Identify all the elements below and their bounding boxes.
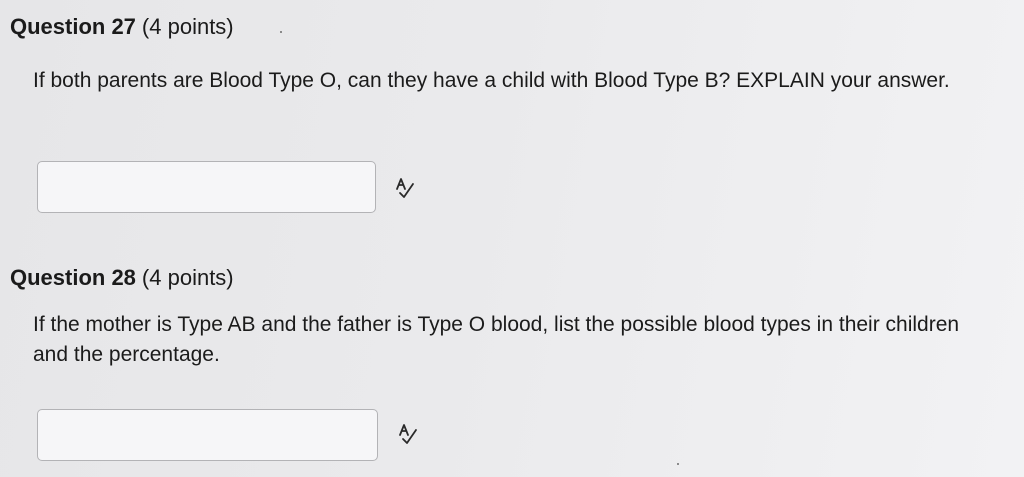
decorative-dot xyxy=(280,31,282,33)
question-prompt: If the mother is Type AB and the father … xyxy=(33,313,960,366)
question-points: (4 points) xyxy=(141,14,234,39)
answer-input[interactable] xyxy=(37,409,378,461)
answer-input[interactable] xyxy=(37,161,376,213)
question-title: Question 27 xyxy=(10,14,136,39)
spellcheck-icon[interactable] xyxy=(393,177,417,201)
spellcheck-icon[interactable] xyxy=(396,423,420,447)
question-header: Question 28 (4 points) xyxy=(10,265,234,291)
question-points: (4 points) xyxy=(141,265,234,290)
question-prompt: If both parents are Blood Type O, can th… xyxy=(33,69,950,92)
decorative-dot xyxy=(677,463,679,465)
question-title: Question 28 xyxy=(10,265,136,290)
question-header: Question 27 (4 points) xyxy=(10,14,234,40)
